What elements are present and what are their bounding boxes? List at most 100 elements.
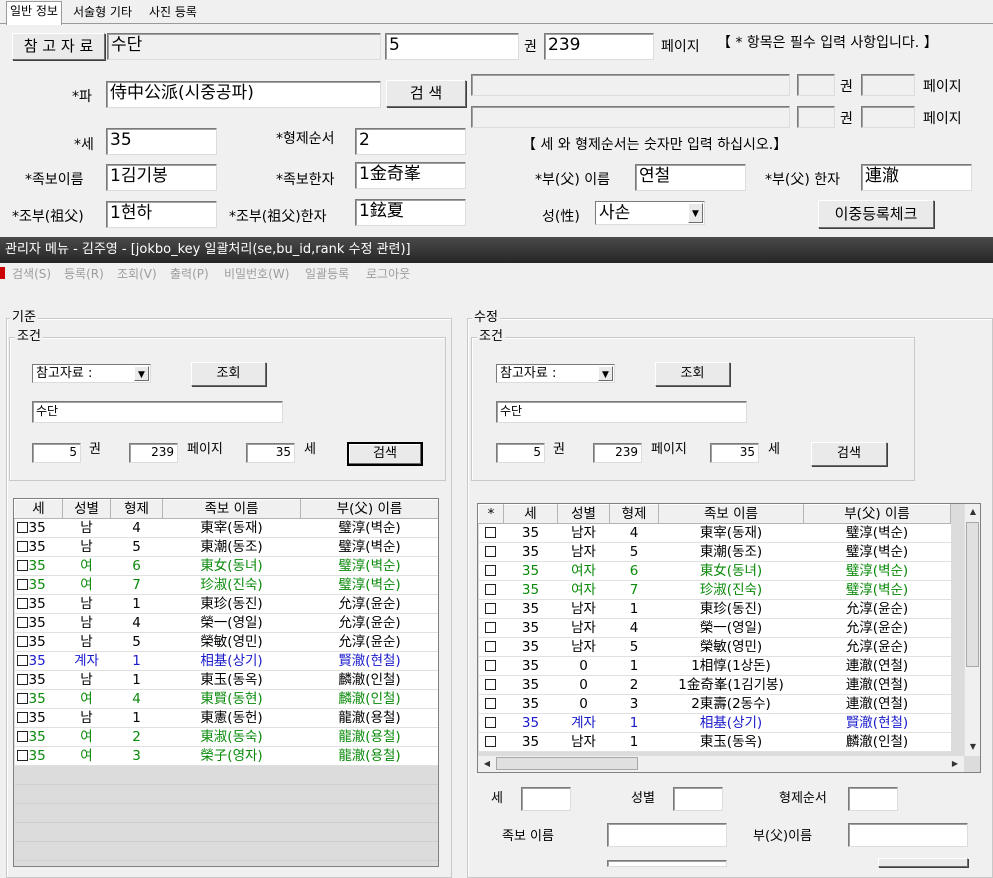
table-row[interactable]: 35 남 4 榮一(영일) 允淳(윤순) <box>14 613 438 633</box>
row-select-cell[interactable] <box>478 637 504 657</box>
checkbox-icon[interactable] <box>16 655 28 666</box>
right-se-field[interactable]: 35 <box>710 443 759 463</box>
right-grid-hscroll-thumb[interactable] <box>496 757 638 770</box>
table-row[interactable]: 35 남자 4 東宰(동재) 璧淳(벽순) <box>478 523 951 543</box>
checkbox-icon[interactable] <box>485 603 496 614</box>
father-name-field[interactable]: 연철 <box>635 164 746 191</box>
scroll-down-icon[interactable]: ▼ <box>966 741 980 753</box>
row-se-cell[interactable]: 35 <box>14 556 63 576</box>
row-se-cell[interactable]: 35 <box>14 708 63 728</box>
se-field[interactable]: 35 <box>106 128 217 155</box>
checkbox-icon[interactable] <box>16 636 28 647</box>
brother-order-field[interactable]: 2 <box>355 128 466 155</box>
tab-general-info[interactable]: 일반 정보 <box>6 1 62 25</box>
menu-register[interactable]: 등록(R) <box>64 265 104 282</box>
menu-logout[interactable]: 로그아웃 <box>366 265 410 282</box>
table-row[interactable]: 35 남 1 東玉(동옥) 麟澈(인철) <box>14 670 438 690</box>
checkbox-icon[interactable] <box>485 660 496 671</box>
table-row[interactable]: 35 계자 1 相基(상기) 賢澈(현철) <box>478 713 951 733</box>
checkbox-icon[interactable] <box>16 750 28 761</box>
table-row[interactable]: 35 남자 1 東珍(동진) 允淳(윤순) <box>478 599 951 619</box>
chevron-down-icon[interactable]: ▼ <box>134 366 149 381</box>
table-row[interactable]: 35 남 1 東珍(동진) 允淳(윤순) <box>14 594 438 614</box>
checkbox-icon[interactable] <box>485 717 496 728</box>
right-page-field[interactable]: 239 <box>593 443 642 463</box>
table-row[interactable]: 35 0 2 1金奇峯(1김기봉) 連澈(연철) <box>478 675 951 695</box>
right-col-order[interactable]: 형제 <box>609 504 659 524</box>
grandfather-hanja-field[interactable]: 1鉉夏 <box>355 199 466 226</box>
table-row[interactable]: 35 여 6 東女(동녀) 璧淳(벽순) <box>14 556 438 576</box>
left-volume-field[interactable]: 5 <box>32 443 81 463</box>
table-row[interactable]: 35 남 1 東憲(동헌) 龍澈(용철) <box>14 708 438 728</box>
left-search-button[interactable]: 검색 <box>347 442 423 466</box>
checkbox-icon[interactable] <box>16 731 28 742</box>
row-se-cell[interactable]: 35 <box>14 518 63 538</box>
left-col-order[interactable]: 형제 <box>110 499 163 519</box>
checkbox-icon[interactable] <box>16 617 28 628</box>
edit-gender-field[interactable] <box>673 787 723 811</box>
checkbox-icon[interactable] <box>485 679 496 690</box>
menu-password[interactable]: 비밀번호(W) <box>224 265 289 282</box>
table-row[interactable]: 35 여 2 東淑(동숙) 龍澈(용철) <box>14 727 438 747</box>
checkbox-icon[interactable] <box>16 541 28 552</box>
menu-print[interactable]: 출력(P) <box>170 265 209 282</box>
table-row[interactable]: 35 여 7 珍淑(진숙) 璧淳(벽순) <box>14 575 438 595</box>
right-search-button[interactable]: 검색 <box>811 442 887 466</box>
right-grid-hscrollbar[interactable]: ◀ ▶ <box>478 756 964 772</box>
right-grid-vscroll-thumb[interactable] <box>966 522 979 667</box>
edit-extra-field[interactable] <box>607 860 727 867</box>
row-select-cell[interactable] <box>478 561 504 581</box>
reference-field[interactable]: 수단 <box>107 33 381 60</box>
right-volume-field[interactable]: 5 <box>496 443 545 463</box>
page-field[interactable]: 239 <box>544 33 654 60</box>
reference-button[interactable]: 참 고 자 료 <box>12 33 105 60</box>
row-se-cell[interactable]: 35 <box>14 670 63 690</box>
tab-descriptive-etc[interactable]: 서술형 기타 <box>70 3 135 24</box>
table-row[interactable]: 35 0 1 1相惇(1상돈) 連澈(연철) <box>478 656 951 676</box>
row-se-cell[interactable]: 35 <box>14 575 63 595</box>
row-se-cell[interactable]: 35 <box>14 746 63 766</box>
checkbox-icon[interactable] <box>485 527 496 538</box>
edit-extra-button[interactable] <box>878 858 968 867</box>
scroll-up-icon[interactable]: ▲ <box>966 506 980 518</box>
row-select-cell[interactable] <box>478 732 504 752</box>
checkbox-icon[interactable] <box>485 736 496 747</box>
table-row[interactable]: 35 0 3 2東壽(2동수) 連澈(연철) <box>478 694 951 714</box>
checkbox-icon[interactable] <box>16 560 28 571</box>
chevron-down-icon[interactable]: ▼ <box>688 203 703 223</box>
right-reference-field[interactable]: 수단 <box>496 401 747 423</box>
row-select-cell[interactable] <box>478 580 504 600</box>
jokbo-name-field[interactable]: 1김기봉 <box>106 164 217 191</box>
right-reference-select[interactable]: 참고자료 : ▼ <box>496 364 615 383</box>
checkbox-icon[interactable] <box>485 622 496 633</box>
table-row[interactable]: 35 계자 1 相基(상기) 賢澈(현철) <box>14 651 438 671</box>
left-col-gender[interactable]: 성별 <box>62 499 111 519</box>
checkbox-icon[interactable] <box>16 598 28 609</box>
table-row[interactable]: 35 남자 5 東潮(동조) 璧淳(벽순) <box>478 542 951 562</box>
left-query-button[interactable]: 조회 <box>191 362 266 386</box>
jokbo-hanja-field[interactable]: 1金奇峯 <box>355 162 466 189</box>
row-select-cell[interactable] <box>478 542 504 562</box>
menu-search[interactable]: 검색(S) <box>12 265 51 282</box>
row-se-cell[interactable]: 35 <box>14 537 63 557</box>
row-select-cell[interactable] <box>478 523 504 543</box>
row-select-cell[interactable] <box>478 599 504 619</box>
right-col-name[interactable]: 족보 이름 <box>658 504 804 524</box>
row-select-cell[interactable] <box>478 694 504 714</box>
table-row[interactable]: 35 여자 7 珍淑(진숙) 璧淳(벽순) <box>478 580 951 600</box>
right-grid-vscrollbar[interactable]: ▲ ▼ <box>964 504 980 756</box>
volume-field[interactable]: 5 <box>385 33 519 60</box>
pa-field[interactable]: 侍中公派(시중공파) <box>106 81 381 108</box>
edit-name-field[interactable] <box>607 823 727 847</box>
row-select-cell[interactable] <box>478 675 504 695</box>
row-se-cell[interactable]: 35 <box>14 689 63 709</box>
menu-bulk-register[interactable]: 일괄등록 <box>305 265 349 282</box>
chevron-down-icon[interactable]: ▼ <box>598 366 613 381</box>
right-query-button[interactable]: 조회 <box>655 362 730 386</box>
left-col-name[interactable]: 족보 이름 <box>162 499 301 519</box>
right-col-gender[interactable]: 성별 <box>557 504 610 524</box>
table-row[interactable]: 35 여 4 東賢(동현) 麟澈(인철) <box>14 689 438 709</box>
row-se-cell[interactable]: 35 <box>14 651 63 671</box>
left-reference-field[interactable]: 수단 <box>32 401 283 423</box>
row-se-cell[interactable]: 35 <box>14 613 63 633</box>
